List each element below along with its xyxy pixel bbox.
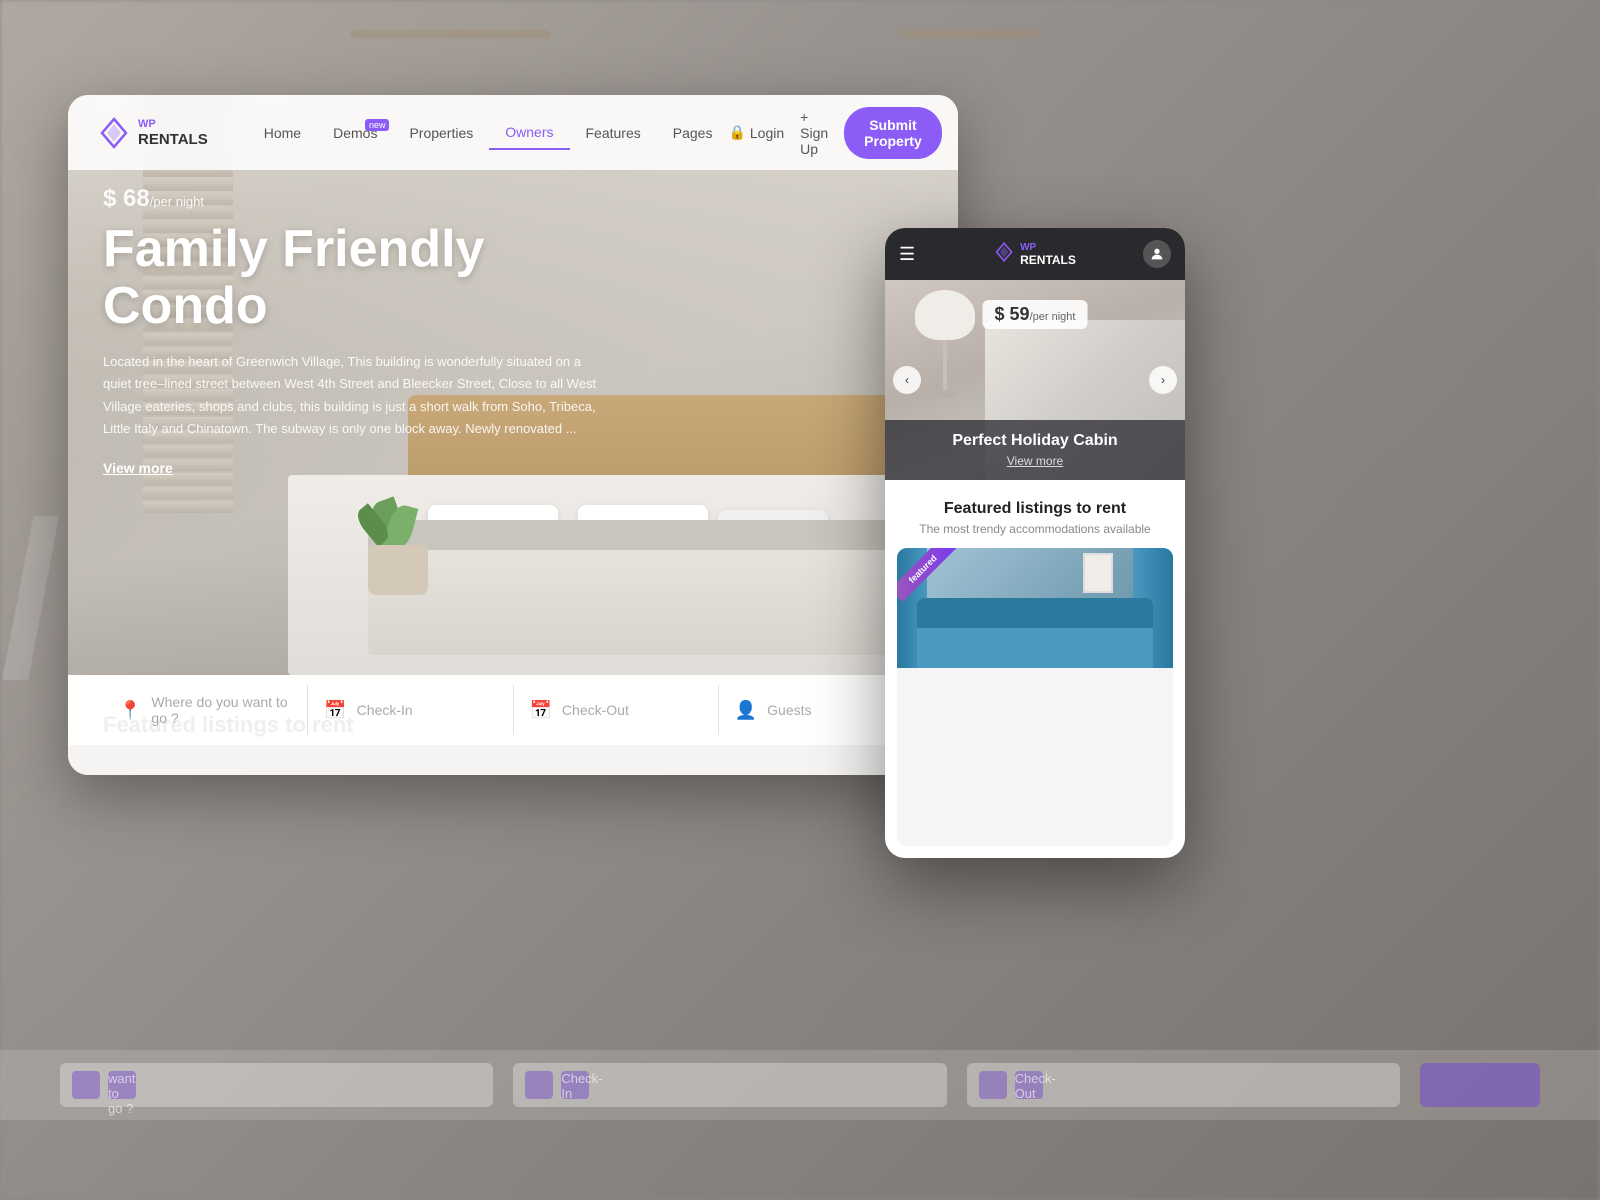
checkout-icon: 📅	[530, 700, 552, 721]
nav-pages[interactable]: Pages	[657, 117, 729, 149]
nav-demos[interactable]: Demos new	[317, 117, 393, 149]
checkin-field[interactable]: 📅 Check-In	[308, 685, 513, 735]
logo-text: WP RENTALS	[138, 119, 208, 147]
lamp-shade	[915, 290, 975, 340]
checkout-field[interactable]: 📅 Check-Out	[514, 685, 719, 735]
mobile-price-unit: /per night	[1030, 311, 1076, 323]
demos-badge: new	[365, 119, 390, 131]
mobile-listing-image: featured	[897, 548, 1173, 668]
nav-auth: 🔒 Login + Sign Up Submit Property	[728, 107, 941, 159]
mobile-view-more-link[interactable]: View more	[901, 454, 1169, 468]
mobile-price-amount: $ 59	[995, 304, 1030, 324]
plant-leaves	[358, 480, 438, 550]
location-icon: 📍	[119, 700, 141, 721]
logo[interactable]: WP RENTALS	[98, 117, 208, 149]
login-label: Login	[750, 125, 784, 141]
sofa-seat	[917, 628, 1153, 668]
featured-badge: featured	[897, 548, 956, 602]
lamp-post	[943, 340, 947, 390]
bg-bottom-bar: want to go ? Check-In Check-Out	[0, 1050, 1600, 1120]
mobile-logo-icon	[994, 242, 1014, 267]
nav-signup[interactable]: + Sign Up	[800, 109, 828, 157]
hero-section: WP RENTALS Home Demos new Properties Own…	[68, 95, 958, 755]
desktop-navbar: WP RENTALS Home Demos new Properties Own…	[68, 95, 958, 170]
nav-features[interactable]: Features	[570, 117, 657, 149]
hero-content: $ 68/per night Family Friendly Condo Loc…	[103, 185, 643, 478]
blanket-fold	[368, 520, 948, 550]
mobile-navbar: ☰ WP RENTALS	[885, 228, 1185, 280]
hero-description: Located in the heart of Greenwich Villag…	[103, 351, 603, 439]
mobile-price-display: $ 59/per night	[983, 300, 1088, 329]
nav-login[interactable]: 🔒 Login	[728, 124, 784, 141]
logo-icon	[98, 117, 130, 149]
checkin-placeholder: Check-In	[357, 702, 413, 718]
lock-icon: 🔒	[728, 124, 745, 141]
checkin-icon: 📅	[324, 700, 346, 721]
nav-properties[interactable]: Properties	[393, 117, 489, 149]
price-unit: /per night	[150, 194, 204, 209]
location-field[interactable]: 📍 Where do you want to go ?	[103, 685, 308, 735]
nav-links: Home Demos new Properties Owners Feature…	[248, 116, 729, 150]
mobile-hero: $ 59/per night ‹ › Perfect Holiday Cabin…	[885, 280, 1185, 480]
location-placeholder: Where do you want to go ?	[151, 694, 291, 726]
mobile-logo-wp: WP	[1020, 242, 1076, 253]
bg-search-text-3: Check-Out	[1015, 1071, 1043, 1099]
price-display: $ 68/per night	[103, 185, 643, 213]
mobile-user-icon[interactable]	[1143, 240, 1171, 268]
nav-home[interactable]: Home	[248, 117, 317, 149]
mobile-featured-section: Featured listings to rent The most trend…	[885, 480, 1185, 548]
lamp-base	[935, 390, 955, 398]
mobile-prev-arrow[interactable]: ‹	[893, 366, 921, 394]
mobile-price: $ 59/per night	[983, 300, 1088, 329]
bg-search-2: Check-In	[513, 1063, 946, 1107]
plant-decoration	[368, 545, 428, 595]
desktop-card: WP RENTALS Home Demos new Properties Own…	[68, 95, 958, 775]
mobile-lamp	[905, 290, 985, 410]
checkout-placeholder: Check-Out	[562, 702, 629, 718]
plant-pot	[368, 545, 428, 595]
bg-search-1: want to go ?	[60, 1063, 493, 1107]
hero-view-more-link[interactable]: View more	[103, 460, 173, 476]
mobile-logo-rentals: RENTALS	[1020, 253, 1076, 267]
mobile-listing-title: Perfect Holiday Cabin	[901, 432, 1169, 450]
bg-search-text-1: want to go ?	[108, 1071, 136, 1099]
mobile-featured-title: Featured listings to rent	[901, 500, 1169, 518]
bg-cta	[1420, 1063, 1540, 1107]
bg-search-3: Check-Out	[967, 1063, 1400, 1107]
mobile-card: ☰ WP RENTALS	[885, 228, 1185, 858]
logo-wp: WP	[138, 119, 208, 130]
blanket	[368, 535, 948, 655]
mobile-featured-subtitle: The most trendy accommodations available	[901, 522, 1169, 536]
guests-icon: 👤	[735, 700, 757, 721]
wall-artwork	[1083, 553, 1113, 593]
submit-property-button[interactable]: Submit Property	[844, 107, 942, 159]
sofa-decoration	[917, 598, 1153, 668]
mobile-listing-info: Perfect Holiday Cabin View more	[885, 420, 1185, 480]
mobile-logo-text: WP RENTALS	[1020, 242, 1076, 267]
price-amount: $ 68	[103, 185, 150, 212]
hero-title: Family Friendly Condo	[103, 221, 643, 335]
logo-rentals: RENTALS	[138, 132, 208, 147]
bg-shelf-3	[900, 30, 1040, 38]
featured-badge-wrap: featured	[897, 548, 957, 608]
mobile-listing-card[interactable]: featured	[897, 548, 1173, 846]
bg-shelf-1	[350, 30, 550, 38]
mobile-logo[interactable]: WP RENTALS	[994, 242, 1076, 267]
nav-owners[interactable]: Owners	[489, 116, 569, 150]
bg-search-text-2: Check-In	[561, 1071, 589, 1099]
mobile-next-arrow[interactable]: ›	[1149, 366, 1177, 394]
mobile-menu-icon[interactable]: ☰	[899, 244, 915, 265]
search-bar: 📍 Where do you want to go ? 📅 Check-In 📅…	[68, 675, 958, 745]
guests-placeholder: Guests	[767, 702, 811, 718]
